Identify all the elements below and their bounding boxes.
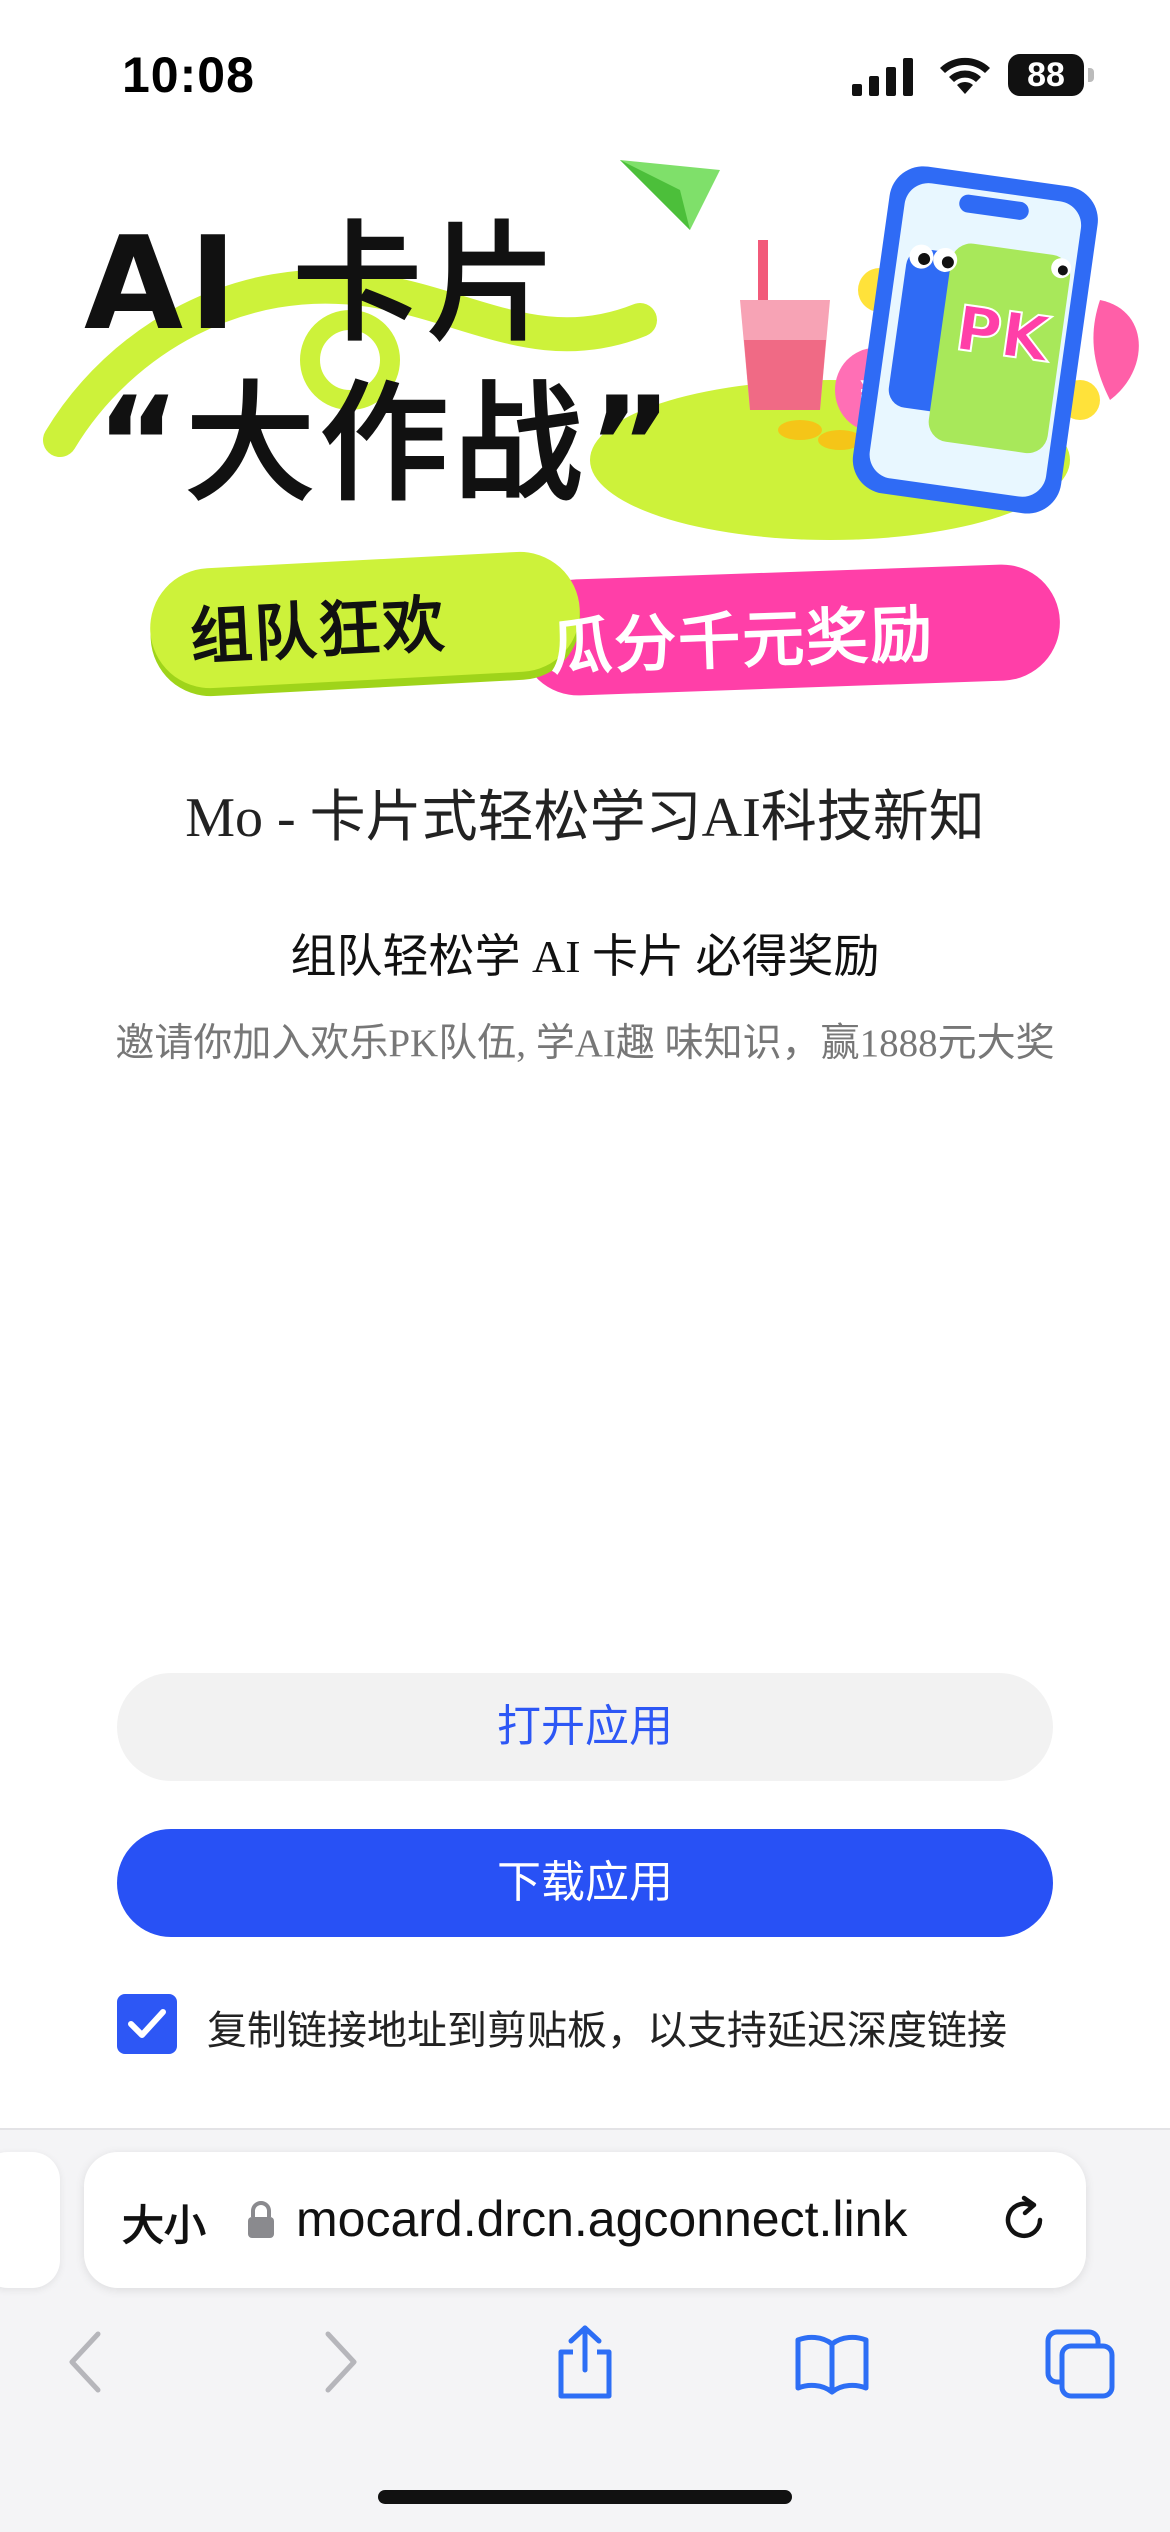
download-app-button[interactable]: 下载应用	[117, 1829, 1053, 1937]
promo-banner: ¥ PK AI 卡片 “大作战” 组队狂欢 瓜分千元奖励	[40, 140, 1150, 700]
copy-link-option[interactable]: 复制链接地址到剪贴板，以支持延迟深度链接	[117, 1994, 1077, 2058]
invite-description: 邀请你加入欢乐PK队伍, 学AI趣 味知识，赢1888元大奖	[115, 1022, 1055, 1065]
forward-icon[interactable]	[298, 2322, 378, 2402]
banner-pill-right-text: 瓜分千元奖励	[549, 597, 936, 684]
banner-pill-left-text: 组队狂欢	[188, 587, 449, 674]
status-bar: 10:08 88	[0, 0, 1170, 150]
battery-level: 88	[1027, 56, 1065, 94]
share-icon[interactable]	[545, 2322, 625, 2402]
tabs-icon[interactable]	[1040, 2322, 1120, 2402]
copy-link-checkbox[interactable]	[117, 1994, 177, 2054]
previous-tab-preview[interactable]	[0, 2152, 60, 2288]
invite-subtitle: 组队轻松学 AI 卡片 必得奖励	[290, 931, 880, 982]
lock-icon	[248, 2201, 274, 2238]
battery-cap	[1088, 68, 1094, 82]
bookmarks-icon[interactable]	[792, 2322, 872, 2402]
status-time: 10:08	[122, 47, 255, 103]
pk-badge: PK	[951, 291, 1056, 377]
address-bar[interactable]: 大小 mocard.drcn.agconnect.link	[84, 2152, 1086, 2288]
open-app-button[interactable]: 打开应用	[117, 1673, 1053, 1781]
home-indicator	[378, 2490, 792, 2504]
battery-icon: 88	[1008, 54, 1094, 96]
banner-title-line1: AI 卡片	[84, 210, 562, 359]
checkmark-icon	[128, 2009, 166, 2038]
url-text[interactable]: mocard.drcn.agconnect.link	[296, 2190, 907, 2248]
wifi-icon	[940, 57, 990, 94]
copy-link-label: 复制链接地址到剪贴板，以支持延迟深度链接	[207, 2008, 1007, 2054]
text-size-button[interactable]: 大小	[122, 2192, 206, 2253]
reload-icon[interactable]	[994, 2190, 1054, 2250]
app-title: Mo - 卡片式轻松学习AI科技新知	[185, 787, 985, 849]
signal-icon	[852, 58, 913, 96]
banner-title-line2: “大作战”	[96, 370, 679, 519]
back-icon[interactable]	[48, 2322, 128, 2402]
